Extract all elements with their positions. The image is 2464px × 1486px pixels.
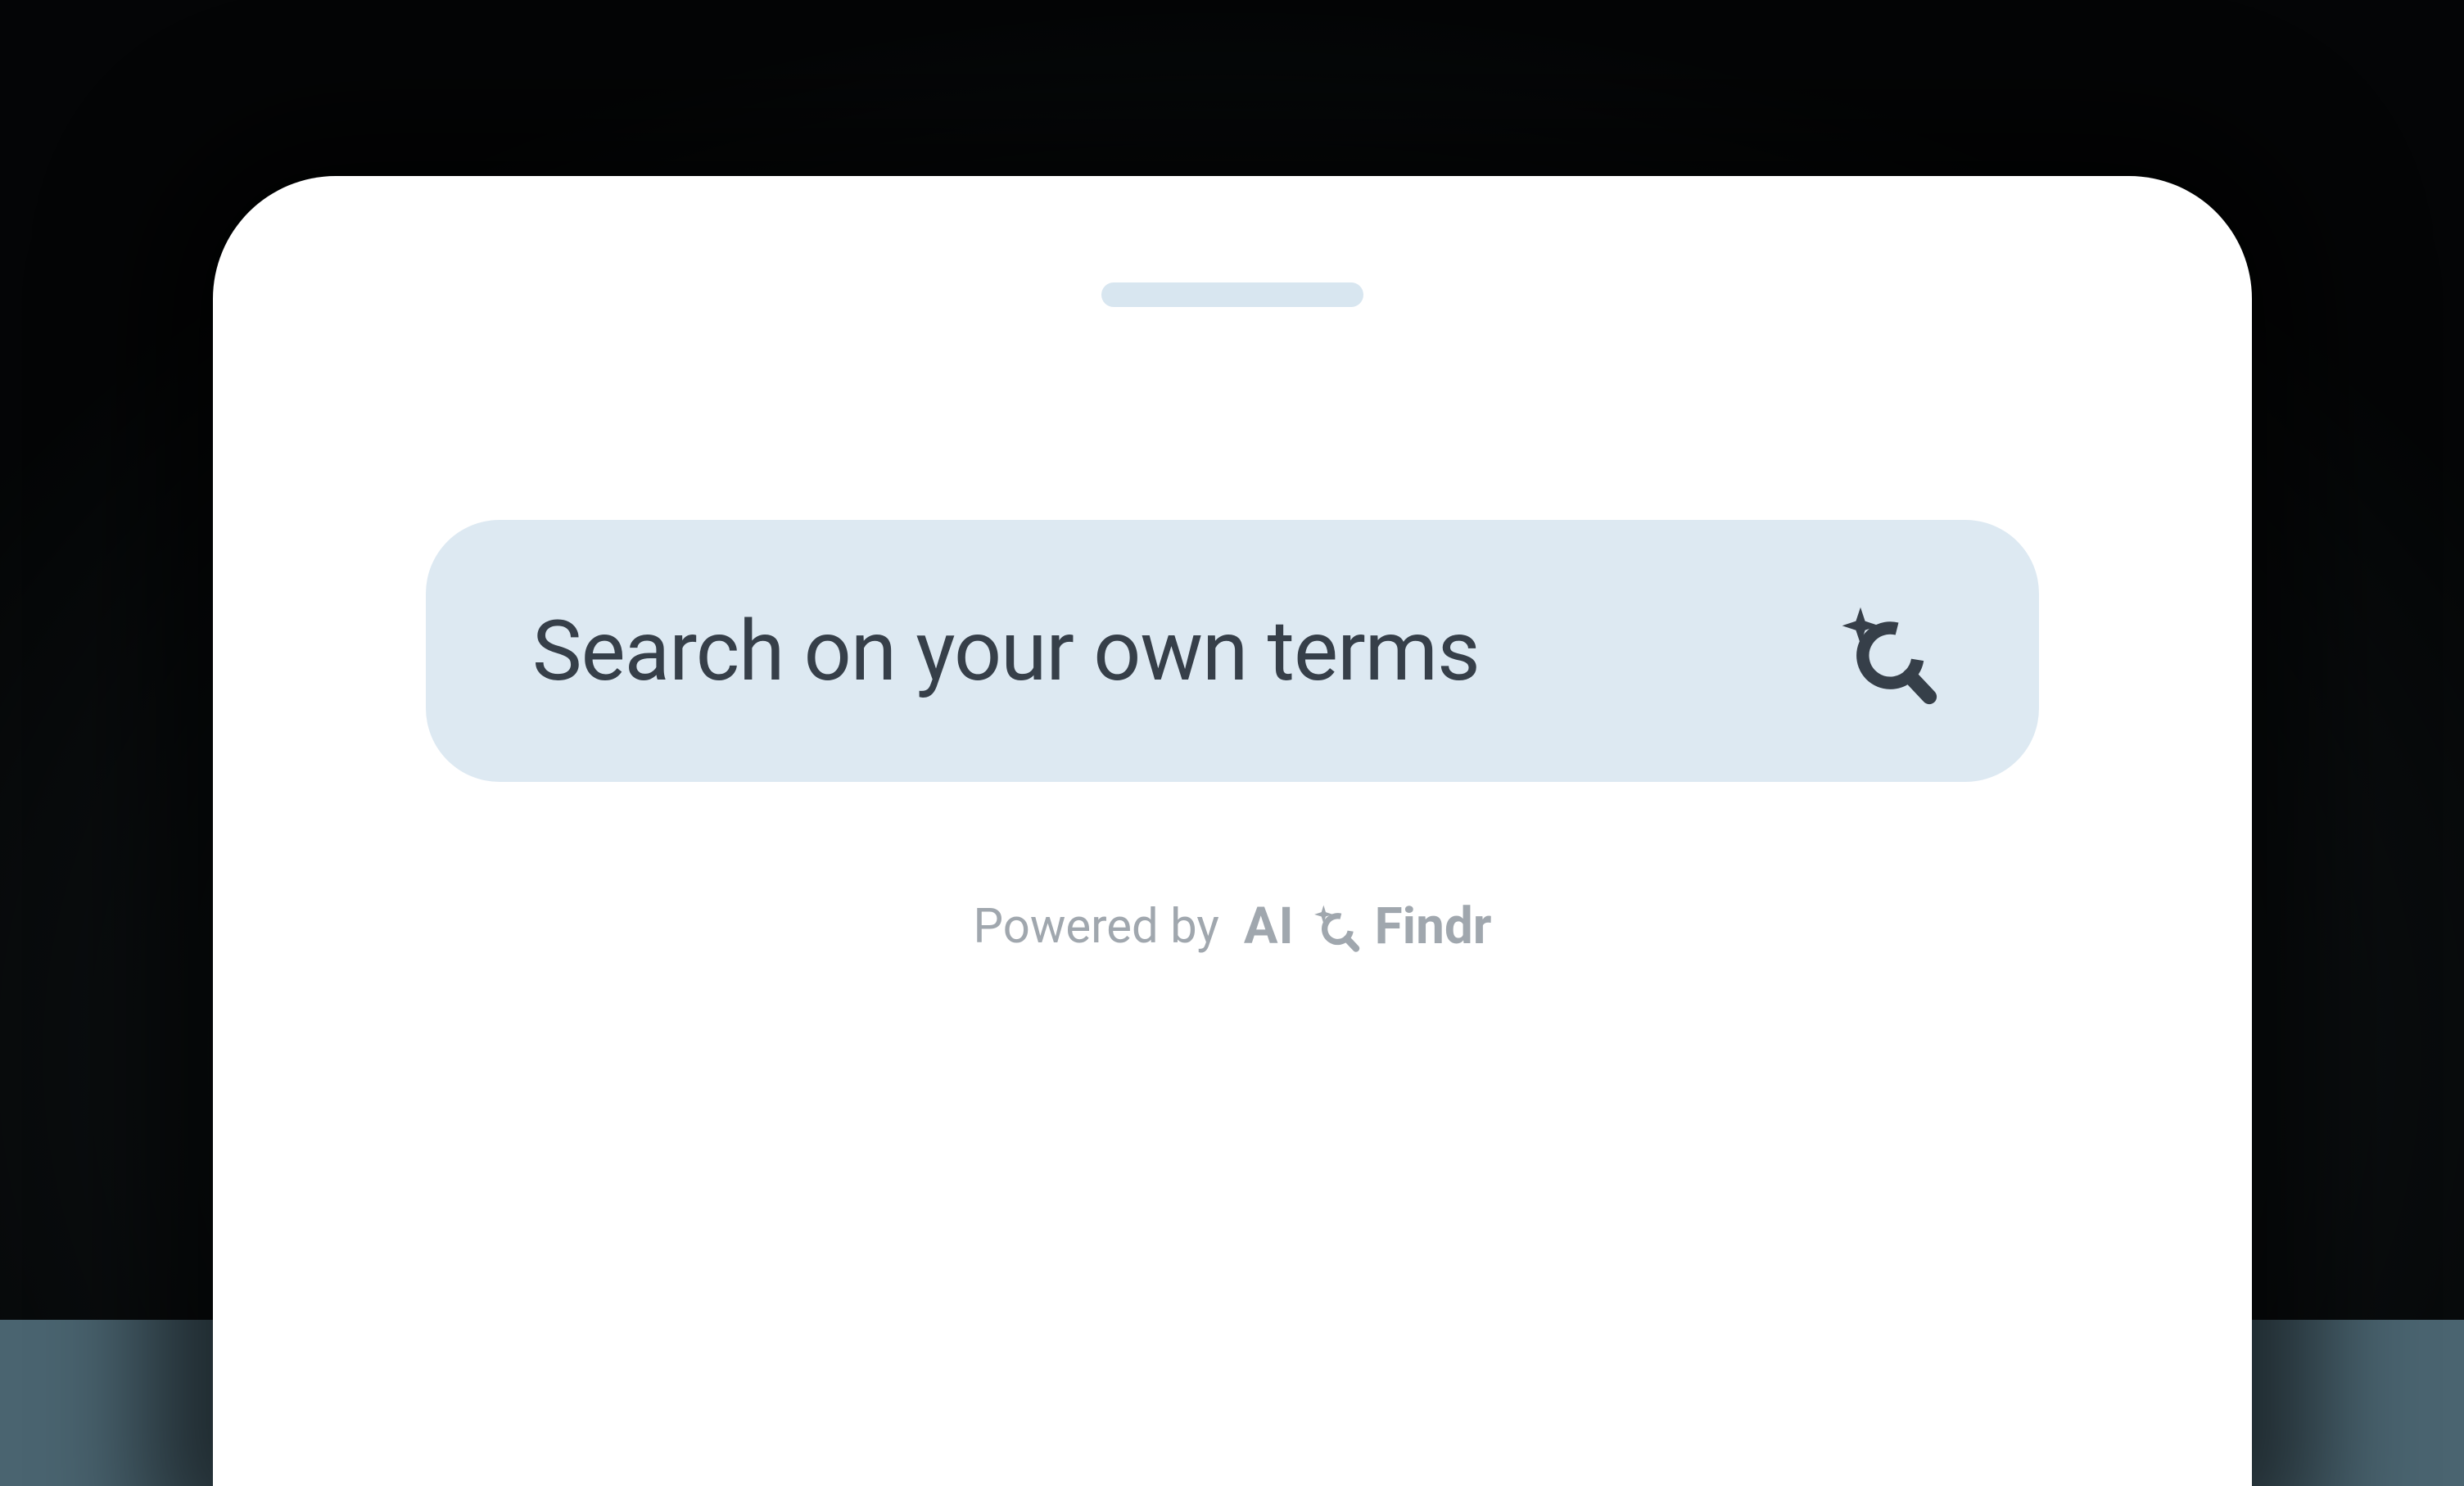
sparkle-search-icon[interactable] [1826,594,1941,708]
phone-device-frame: Search on your own terms Powered by AI F… [213,176,2252,1486]
brand-ai-text: AI [1244,897,1295,956]
home-indicator [1101,282,1363,307]
sparkle-search-brand-icon [1308,900,1362,954]
powered-by-attribution: Powered by AI Findr [974,897,1492,956]
brand-name-text: Findr [1375,897,1492,956]
search-placeholder-text: Search on your own terms [532,602,1480,700]
brand-logo: AI Findr [1244,897,1492,956]
powered-by-label: Powered by [974,899,1219,955]
search-bar[interactable]: Search on your own terms [426,520,2039,782]
